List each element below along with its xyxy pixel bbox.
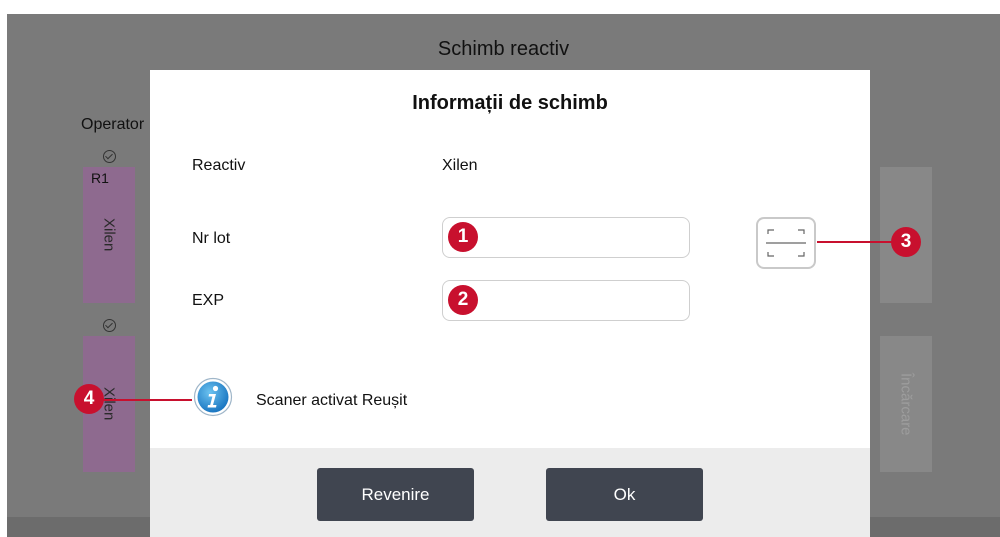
side-button-load[interactable]: Încărcare: [880, 336, 932, 472]
change-info-dialog: Informații de schimb Reactiv Xilen Nr lo…: [150, 70, 870, 537]
dialog-footer: [150, 448, 870, 537]
back-button[interactable]: Revenire: [317, 468, 474, 521]
reagent-vial-r1[interactable]: Xilen: [83, 167, 135, 303]
callout-3-leader: [817, 241, 892, 243]
callout-2: 2: [448, 285, 478, 315]
check-circle-icon: [103, 319, 116, 332]
reagent-label: Reactiv: [192, 157, 246, 174]
callout-1: 1: [448, 222, 478, 252]
side-button-label: Încărcare: [897, 372, 915, 436]
callout-4-leader: [100, 399, 192, 401]
exp-label: EXP: [192, 292, 225, 309]
vial-reagent-label: Xilen: [100, 218, 118, 252]
lot-number-input[interactable]: [442, 217, 690, 258]
vial-slot-label: R1: [91, 170, 109, 186]
dialog-title: Informații de schimb: [412, 92, 608, 114]
reagent-value: Xilen: [442, 157, 478, 174]
info-icon: [193, 377, 233, 417]
ok-button[interactable]: Ok: [546, 468, 703, 521]
scan-frame-icon: [766, 229, 806, 257]
screen-title: Schimb reactiv: [437, 38, 570, 60]
scanner-status-message: Scaner activat Reușit: [256, 392, 408, 409]
callout-3: 3: [891, 227, 921, 257]
scan-button[interactable]: [756, 217, 816, 269]
callout-4: 4: [74, 384, 104, 414]
exp-input[interactable]: [442, 280, 690, 321]
check-circle-icon: [103, 150, 116, 163]
operator-label: Operator: [81, 116, 145, 133]
lot-number-label: Nr lot: [192, 230, 231, 247]
